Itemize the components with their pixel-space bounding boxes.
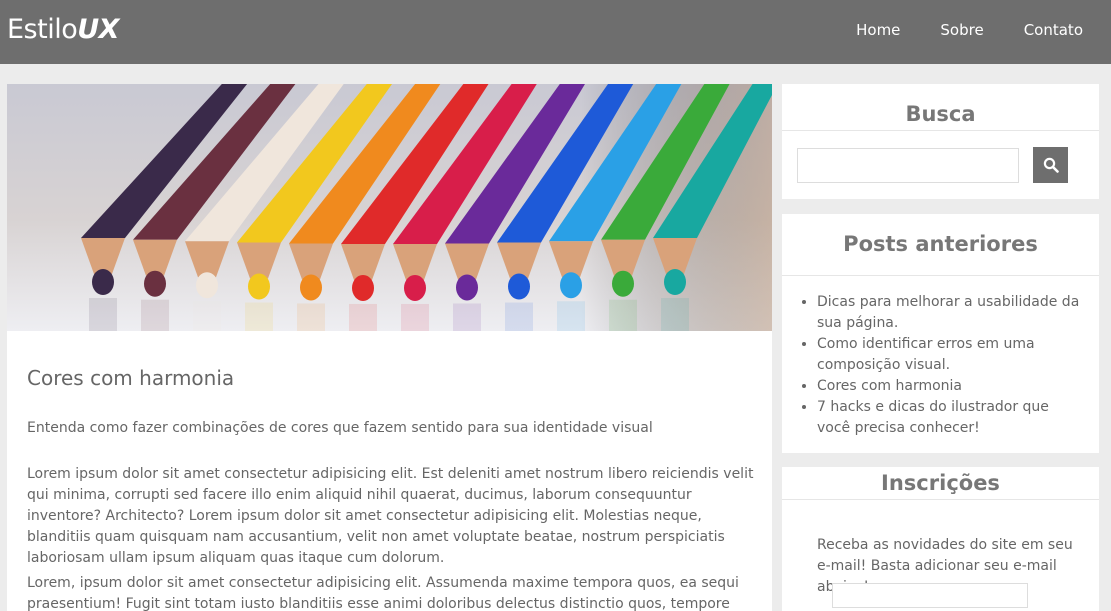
post-paragraph: Lorem, ipsum dolor sit amet consectetur …: [27, 575, 739, 611]
hero-image: [7, 84, 772, 331]
recent-posts-title: Posts anteriores: [843, 232, 1038, 256]
top-navbar: EstiloUX Home Sobre Contato: [0, 0, 1111, 64]
post-subtitle: Entenda como fazer combinações de cores …: [27, 420, 653, 436]
nav-sobre-link[interactable]: Sobre: [940, 21, 983, 39]
post-paragraph: Lorem ipsum dolor sit amet consectetur a…: [27, 466, 754, 566]
search-button[interactable]: [1033, 147, 1068, 183]
post-title: Cores com harmonia: [27, 366, 235, 390]
search-widget: Busca: [782, 84, 1099, 199]
recent-post-link[interactable]: Dicas para melhorar a usabilidade da sua…: [817, 292, 1082, 334]
email-field[interactable]: [832, 583, 1028, 608]
divider: [782, 130, 1099, 131]
nav-contato-link[interactable]: Contato: [1024, 21, 1083, 39]
main-nav: Home Sobre Contato: [856, 21, 1083, 39]
post-article: Cores com harmonia Entenda como fazer co…: [7, 84, 772, 611]
subscription-widget: Inscrições Receba as novidades do site e…: [782, 467, 1099, 611]
search-icon: [1043, 157, 1059, 173]
recent-post-link[interactable]: Como identificar erros em uma composição…: [817, 334, 1082, 376]
brand-logo[interactable]: EstiloUX: [7, 14, 119, 45]
recent-posts-list: Dicas para melhorar a usabilidade da sua…: [817, 292, 1082, 439]
divider: [782, 499, 1099, 500]
brand-accent: UX: [77, 14, 119, 45]
brand-main: Estilo: [7, 14, 78, 45]
recent-post-link[interactable]: Cores com harmonia: [817, 376, 1082, 397]
search-widget-title: Busca: [905, 102, 976, 126]
divider: [782, 275, 1099, 276]
subscription-title: Inscrições: [881, 471, 1000, 495]
nav-home-link[interactable]: Home: [856, 21, 900, 39]
search-input[interactable]: [797, 148, 1019, 183]
recent-post-link[interactable]: 7 hacks e dicas do ilustrador que você p…: [817, 397, 1082, 439]
recent-posts-widget: Posts anteriores Dicas para melhorar a u…: [782, 214, 1099, 453]
